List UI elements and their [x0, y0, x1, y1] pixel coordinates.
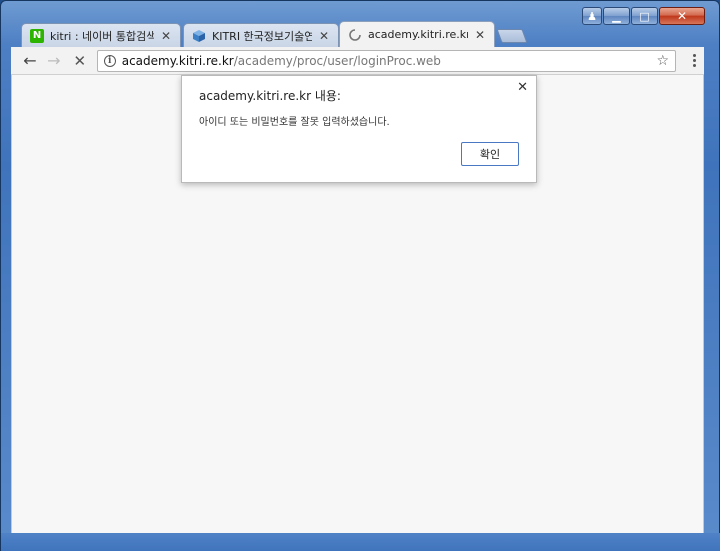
dialog-message: 아이디 또는 비밀번호를 잘못 입력하셨습니다. [199, 117, 390, 128]
arrow-right-icon: → [47, 51, 61, 70]
back-button[interactable]: ← [19, 50, 41, 72]
chrome-menu-button[interactable] [684, 54, 704, 67]
dialog-title: academy.kitri.re.kr 내용: [199, 89, 341, 103]
tab-strip: N kitri : 네이버 통합검색 ✕ KITRI 한국정보기술연구원 ✕ a… [15, 21, 715, 47]
stop-button[interactable]: ✕ [69, 50, 91, 72]
tab-title: academy.kitri.re.kr/academy [368, 28, 468, 41]
tab-close-icon[interactable]: ✕ [474, 28, 486, 42]
browser-toolbar: ← → ✕ i academy.kitri.re.kr/academy/proc… [11, 47, 704, 75]
forward-button[interactable]: → [43, 50, 65, 72]
tab-close-icon[interactable]: ✕ [160, 29, 172, 43]
naver-n-icon: N [30, 28, 44, 43]
tab-kitri[interactable]: KITRI 한국정보기술연구원 ✕ [183, 23, 339, 47]
menu-dot-icon [692, 54, 696, 57]
new-tab-button[interactable] [496, 29, 528, 43]
info-icon[interactable]: i [103, 54, 116, 67]
url-host: academy.kitri.re.kr [121, 53, 234, 68]
loading-spinner-icon [348, 28, 362, 42]
dialog-close-icon[interactable]: ✕ [517, 80, 528, 95]
menu-dot-icon [692, 64, 696, 67]
url-path: /academy/proc/user/loginProc.web [233, 53, 441, 68]
ok-button[interactable]: 확인 [461, 142, 519, 166]
menu-dot-icon [692, 59, 696, 62]
tab-naver-search[interactable]: N kitri : 네이버 통합검색 ✕ [21, 23, 181, 47]
address-bar[interactable]: i academy.kitri.re.kr/academy/proc/user/… [96, 49, 677, 72]
bookmark-star-icon[interactable]: ☆ [657, 53, 670, 69]
stop-icon: ✕ [73, 51, 87, 70]
tab-title: kitri : 네이버 통합검색 [50, 29, 154, 43]
browser-window: ♟ ▁ □ ✕ N kitri : 네이버 통합검색 ✕ KITRI 한국정보기… [0, 0, 720, 551]
arrow-left-icon: ← [23, 51, 37, 70]
window-bottom-frame [1, 533, 720, 551]
alert-dialog: academy.kitri.re.kr 내용: ✕ 아이디 또는 비밀번호를 잘… [181, 75, 537, 183]
tab-close-icon[interactable]: ✕ [318, 29, 330, 43]
tab-title: KITRI 한국정보기술연구원 [212, 29, 312, 43]
cube-icon [192, 29, 206, 43]
tab-academy[interactable]: academy.kitri.re.kr/academy ✕ [339, 21, 495, 47]
